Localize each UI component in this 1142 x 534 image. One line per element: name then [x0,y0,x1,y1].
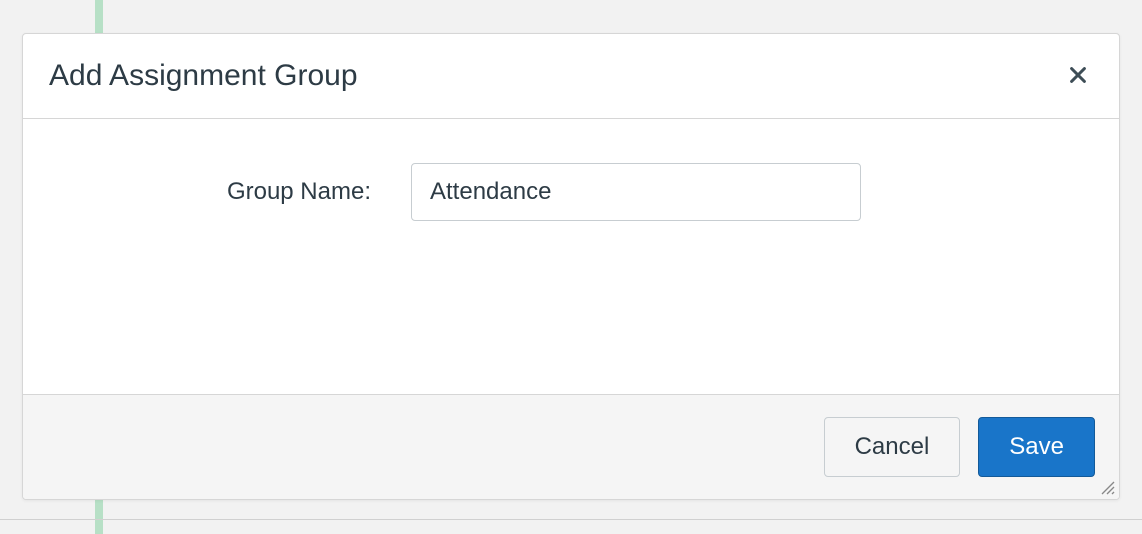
group-name-input[interactable] [411,163,861,221]
close-icon [1067,64,1089,89]
resize-handle-icon [1100,480,1116,496]
modal-title: Add Assignment Group [49,59,358,93]
group-name-label: Group Name: [63,178,411,206]
cancel-button[interactable]: Cancel [824,417,961,477]
close-button[interactable] [1063,60,1093,93]
add-assignment-group-modal: Add Assignment Group Group Name: Cancel … [22,33,1120,500]
group-name-row: Group Name: [63,163,1079,221]
background-line [0,519,1142,520]
modal-header: Add Assignment Group [23,34,1119,119]
modal-footer: Cancel Save [23,394,1119,499]
modal-body: Group Name: [23,119,1119,394]
save-button[interactable]: Save [978,417,1095,477]
